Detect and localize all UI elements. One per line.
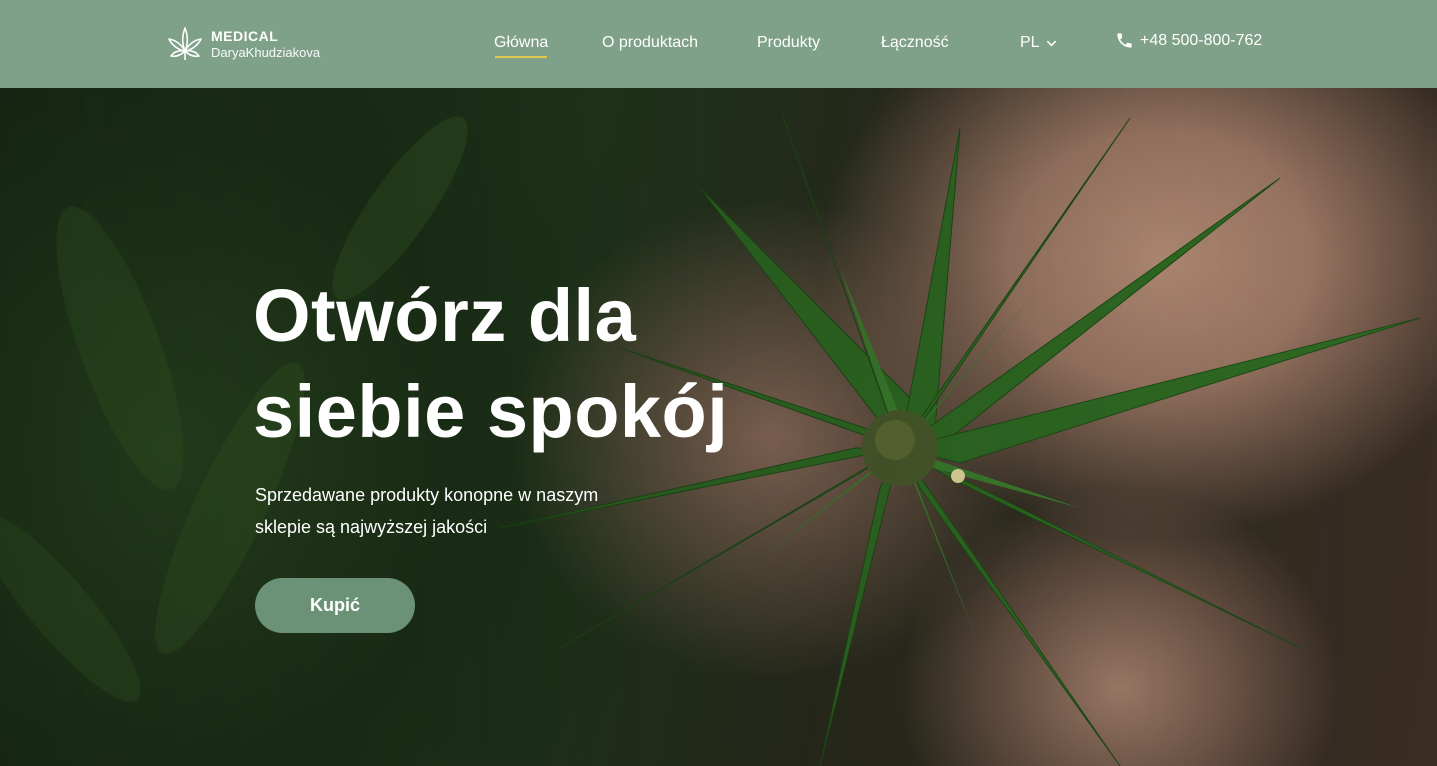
nav-link-produkty[interactable]: Produkty	[757, 34, 820, 52]
logo-text: MEDICAL DaryaKhudziakova	[211, 29, 320, 59]
nav-link-glowna[interactable]: Główna	[494, 34, 548, 58]
language-label: PL	[1020, 34, 1040, 51]
hero-title: Otwórz dla siebie spokój	[253, 274, 729, 453]
phone-number: +48 500-800-762	[1140, 31, 1263, 49]
hero-section: Otwórz dla siebie spokój Sprzedawane pro…	[0, 88, 1437, 766]
logo[interactable]: MEDICAL DaryaKhudziakova	[165, 24, 320, 64]
nav-link-o-produktach[interactable]: O produktach	[602, 34, 698, 52]
site-header: MEDICAL DaryaKhudziakova Główna O produk…	[0, 0, 1437, 88]
phone-link[interactable]: +48 500-800-762	[1115, 31, 1262, 50]
language-selector[interactable]: PL	[1020, 34, 1057, 52]
phone-icon	[1117, 33, 1132, 48]
hero-subtitle: Sprzedawane produkty konopne w naszym sk…	[255, 485, 599, 537]
chevron-down-icon	[1046, 40, 1056, 46]
buy-button[interactable]: Kupić	[255, 578, 415, 633]
logo-subtitle: DaryaKhudziakova	[211, 45, 321, 60]
cannabis-leaf-icon	[168, 27, 202, 60]
logo-title: MEDICAL	[211, 28, 279, 44]
nav-link-lacznosc[interactable]: Łączność	[881, 34, 949, 52]
